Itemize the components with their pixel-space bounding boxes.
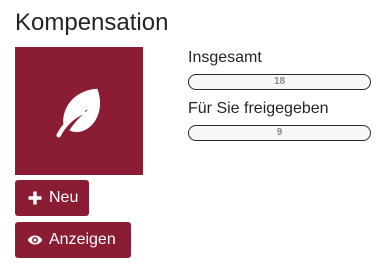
show-button-label: Anzeigen (49, 231, 116, 248)
stat-released: Für Sie freigegeben 9 (188, 99, 371, 141)
show-button[interactable]: Anzeigen (15, 222, 131, 258)
stat-total-value: 18 (273, 76, 286, 87)
stat-total-label: Insgesamt (188, 49, 262, 66)
page-title: Kompensation (15, 9, 169, 36)
stat-total: Insgesamt 18 (188, 48, 371, 90)
leaf-icon (56, 88, 101, 138)
stat-released-label: Für Sie freigegeben (188, 100, 329, 117)
eye-icon (27, 232, 43, 248)
new-button-label: Neu (49, 189, 79, 206)
new-button[interactable]: Neu (15, 180, 89, 216)
stat-released-value: 9 (276, 127, 283, 138)
stat-released-bar: 9 (188, 125, 371, 141)
stat-total-bar: 18 (188, 74, 371, 90)
compensation-tile (15, 47, 143, 175)
stats-panel: Insgesamt 18 Für Sie freigegeben 9 (188, 48, 371, 141)
plus-icon (27, 190, 43, 206)
